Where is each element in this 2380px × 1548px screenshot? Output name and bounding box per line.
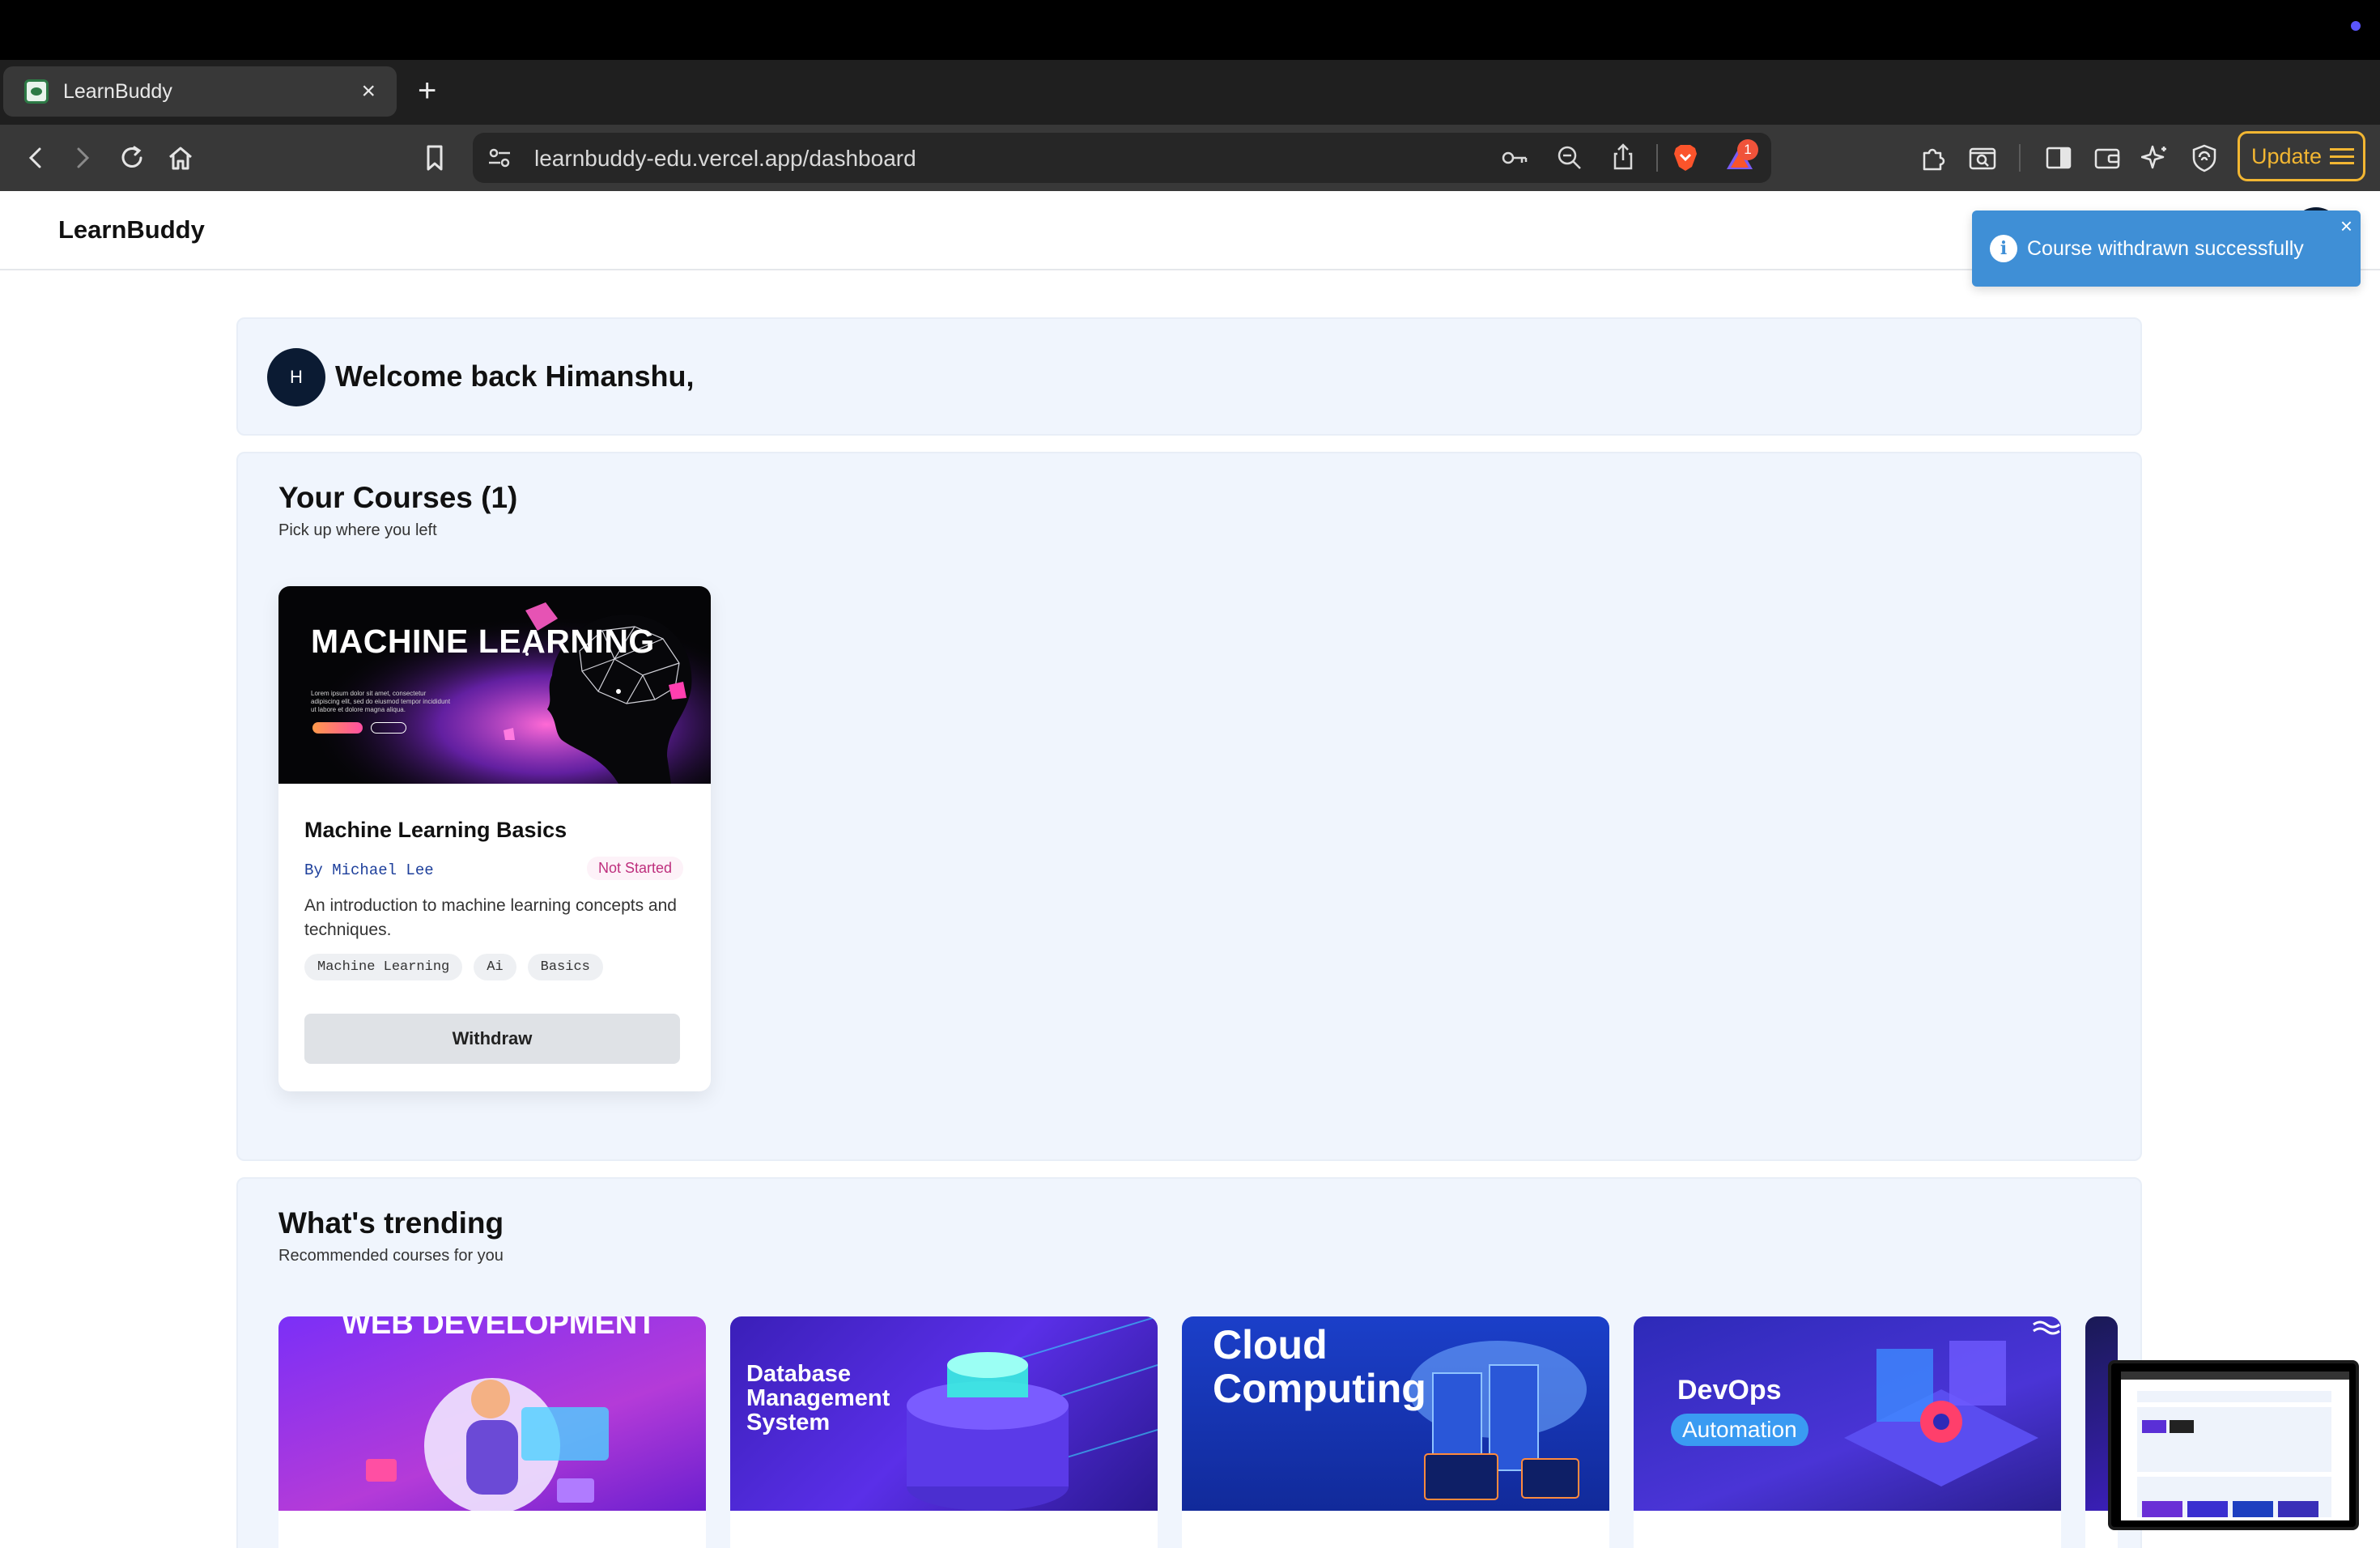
forward-arrow-icon[interactable] <box>65 141 99 175</box>
thumbnail-lorem: Lorem ipsum dolor sit amet, consectetur … <box>311 690 451 713</box>
thumbnail-title: Cloud Computing <box>1213 1322 1426 1411</box>
site-settings-icon[interactable] <box>487 147 512 172</box>
withdraw-button[interactable]: Withdraw <box>304 1014 680 1064</box>
course-card[interactable]: MACHINE LEARNING Lorem ipsum dolor sit a… <box>278 586 711 1091</box>
bookmark-icon[interactable] <box>418 141 452 175</box>
your-courses-section: Your Courses (1) Pick up where you left <box>236 452 2142 1161</box>
brave-shields-icon[interactable] <box>1671 142 1700 177</box>
thumbnail-try-button <box>312 722 363 734</box>
thumbnail-subtitle: Automation <box>1671 1414 1808 1446</box>
tag: Ai <box>474 954 516 980</box>
toast-close-icon[interactable]: × <box>2340 215 2352 236</box>
trending-card-cloud-computing[interactable]: Cloud Computing <box>1182 1316 1609 1548</box>
trending-card-devops[interactable]: DevOps Automation <box>1634 1316 2061 1548</box>
page-search-icon[interactable] <box>1966 141 2000 175</box>
tag: Machine Learning <box>304 954 463 980</box>
tab-title: LearnBuddy <box>63 79 172 103</box>
notification-badge: 1 <box>1737 139 1758 160</box>
new-tab-button[interactable]: + <box>418 74 436 107</box>
course-name: Machine Learning Basics <box>304 818 567 842</box>
tag-list: Machine Learning Ai Basics <box>304 954 603 980</box>
section-title: What's trending <box>278 1206 504 1240</box>
extensions-puzzle-icon[interactable] <box>1917 141 1951 175</box>
toast-message: Course withdrawn successfully <box>2027 237 2304 260</box>
avatar: H <box>267 348 325 406</box>
welcome-greeting: Welcome back Himanshu, <box>335 359 695 393</box>
toast-notification: i Course withdrawn successfully × <box>1972 211 2361 287</box>
thumbnail-title: MACHINE LEARNING <box>311 623 655 660</box>
reload-icon[interactable] <box>115 141 149 175</box>
section-subtitle: Recommended courses for you <box>278 1247 504 1265</box>
os-menu-bar <box>0 0 2380 60</box>
zoom-out-icon[interactable] <box>1556 144 1583 176</box>
tab-close-icon[interactable]: × <box>361 79 376 104</box>
favicon-icon <box>24 79 49 104</box>
thumbnail-login-button <box>371 722 406 734</box>
vpn-shield-icon[interactable] <box>2187 141 2221 175</box>
password-key-icon[interactable] <box>1501 147 1528 172</box>
sidebar-toggle-icon[interactable] <box>2042 141 2076 175</box>
trending-card-web-development[interactable]: WEB DEVELOPMENT <box>278 1316 706 1548</box>
browser-tab-strip: LearnBuddy × + <box>0 60 2380 125</box>
course-description: An introduction to machine learning conc… <box>304 896 677 939</box>
section-subtitle: Pick up where you left <box>278 521 437 539</box>
trending-card-database-management[interactable]: Database Management System <box>730 1316 1158 1548</box>
info-icon: i <box>1990 235 2017 262</box>
course-thumbnail: WEB DEVELOPMENT <box>278 1316 706 1511</box>
tag: Basics <box>527 954 603 980</box>
menu-hamburger-icon <box>2330 148 2355 164</box>
preview-screen <box>2121 1372 2349 1520</box>
whats-trending-section: What's trending Recommended courses for … <box>236 1177 2142 1548</box>
welcome-panel: H Welcome back Himanshu, <box>236 317 2142 436</box>
brand-logo[interactable]: LearnBuddy <box>58 215 205 245</box>
share-icon[interactable] <box>1611 142 1635 176</box>
course-author: By Michael Lee <box>304 861 434 879</box>
course-thumbnail: DevOps Automation <box>1634 1316 2061 1511</box>
update-button[interactable]: Update <box>2238 131 2365 181</box>
separator <box>2019 144 2021 172</box>
thumbnail-title: Database Management System <box>746 1361 890 1435</box>
separator <box>1656 144 1658 172</box>
status-badge: Not Started <box>586 857 683 880</box>
course-thumbnail: MACHINE LEARNING Lorem ipsum dolor sit a… <box>278 586 711 784</box>
screenshot-thumbnail-preview[interactable] <box>2108 1360 2359 1530</box>
thumbnail-title: DevOps <box>1677 1375 1782 1406</box>
leo-ai-sparkle-icon[interactable] <box>2139 141 2173 175</box>
update-label: Update <box>2251 143 2323 168</box>
address-bar[interactable]: learnbuddy-edu.vercel.app/dashboard <box>473 133 1771 183</box>
course-thumbnail: Database Management System <box>730 1316 1158 1511</box>
browser-tab-learnbuddy[interactable]: LearnBuddy × <box>3 66 397 117</box>
wallet-icon[interactable] <box>2090 141 2124 175</box>
status-dot-icon <box>2351 21 2361 31</box>
course-thumbnail: Cloud Computing <box>1182 1316 1609 1511</box>
browser-toolbar: learnbuddy-edu.vercel.app/dashboard 1 Up… <box>0 125 2380 191</box>
home-icon[interactable] <box>164 141 198 175</box>
url-text: learnbuddy-edu.vercel.app/dashboard <box>534 146 916 171</box>
back-arrow-icon[interactable] <box>19 141 53 175</box>
section-title: Your Courses (1) <box>278 481 518 514</box>
